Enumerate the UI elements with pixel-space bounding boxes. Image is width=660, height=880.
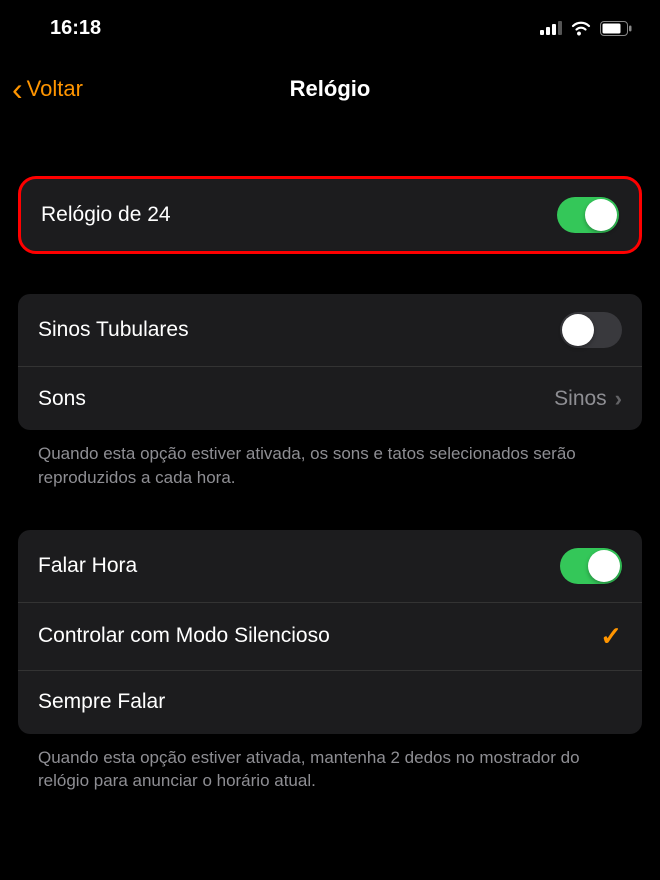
section-speak-time: Falar Hora Controlar com Modo Silencioso…	[18, 530, 642, 794]
back-label: Voltar	[27, 76, 83, 102]
toggle-knob	[588, 550, 620, 582]
value-sounds: Sinos	[554, 387, 607, 411]
section-24h: Relógio de 24	[18, 176, 642, 254]
label-always-speak: Sempre Falar	[38, 690, 165, 714]
checkmark-icon: ✓	[600, 621, 622, 652]
toggle-knob	[585, 199, 617, 231]
row-24h-clock[interactable]: Relógio de 24	[21, 179, 639, 251]
row-control-silent-mode[interactable]: Controlar com Modo Silencioso ✓	[18, 602, 642, 670]
battery-icon	[600, 21, 632, 36]
footer-chimes: Quando esta opção estiver ativada, os so…	[18, 430, 642, 490]
label-24h: Relógio de 24	[41, 203, 171, 227]
status-time: 16:18	[50, 17, 101, 40]
toggle-24h[interactable]	[557, 197, 619, 233]
wifi-icon	[570, 20, 592, 36]
signal-icon	[540, 21, 562, 35]
nav-bar: ‹ Voltar Relógio	[0, 50, 660, 124]
group-24h: Relógio de 24	[18, 176, 642, 254]
row-always-speak[interactable]: Sempre Falar	[18, 670, 642, 734]
footer-speak-time: Quando esta opção estiver ativada, mante…	[18, 734, 642, 794]
group-chimes: Sinos Tubulares Sons Sinos ›	[18, 294, 642, 430]
section-chimes: Sinos Tubulares Sons Sinos › Quando esta…	[18, 294, 642, 490]
toggle-tubular-bells[interactable]	[560, 312, 622, 348]
group-speak-time: Falar Hora Controlar com Modo Silencioso…	[18, 530, 642, 734]
toggle-knob	[562, 314, 594, 346]
row-sounds-right: Sinos ›	[554, 386, 622, 412]
chevron-right-icon: ›	[615, 386, 622, 412]
label-speak-time: Falar Hora	[38, 554, 137, 578]
toggle-speak-time[interactable]	[560, 548, 622, 584]
row-tubular-bells[interactable]: Sinos Tubulares	[18, 294, 642, 366]
label-tubular-bells: Sinos Tubulares	[38, 318, 189, 342]
row-sounds[interactable]: Sons Sinos ›	[18, 366, 642, 430]
label-sounds: Sons	[38, 387, 86, 411]
settings-content: Relógio de 24 Sinos Tubulares Sons Sinos…	[0, 176, 660, 793]
status-bar: 16:18	[0, 0, 660, 50]
page-title: Relógio	[290, 76, 371, 102]
status-icons	[540, 20, 632, 36]
row-speak-time[interactable]: Falar Hora	[18, 530, 642, 602]
back-button[interactable]: ‹ Voltar	[12, 73, 83, 105]
label-control-silent: Controlar com Modo Silencioso	[38, 624, 330, 648]
chevron-left-icon: ‹	[12, 73, 23, 105]
